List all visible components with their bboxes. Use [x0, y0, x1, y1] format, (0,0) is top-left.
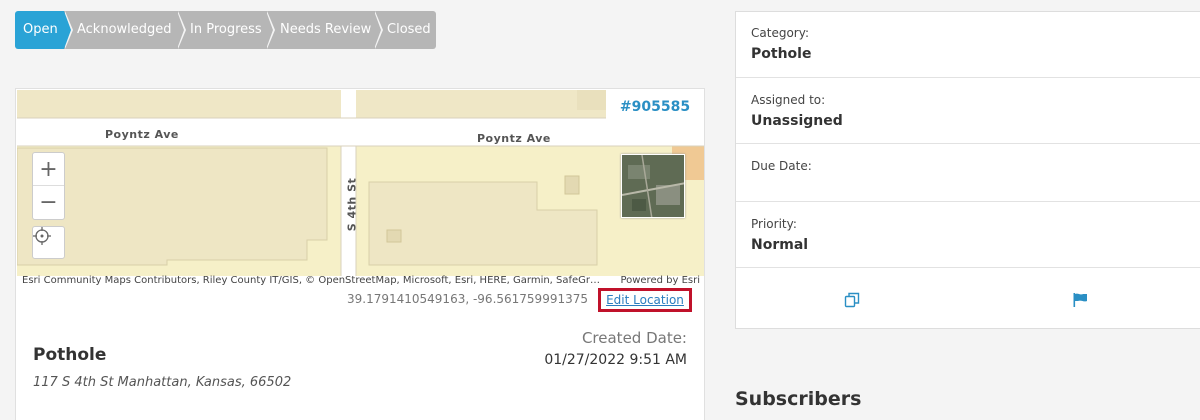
created-date-label: Created Date: [581, 329, 687, 347]
satellite-thumbnail-icon [622, 155, 684, 217]
status-step-label: Closed [387, 22, 431, 37]
street-label: Poyntz Ave [105, 128, 179, 141]
category-value: Pothole [751, 46, 812, 62]
status-step-acknowledged[interactable]: Acknowledged [64, 11, 186, 49]
due-date-label: Due Date: [751, 159, 812, 173]
details-panel: Category: Pothole Assigned to: Unassigne… [735, 11, 1200, 329]
copy-icon [844, 292, 860, 308]
assigned-field[interactable]: Assigned to: Unassigned [736, 78, 1200, 144]
coordinates: 39.1791410549163, -96.561759991375 [347, 292, 588, 306]
status-step-label: Needs Review [280, 22, 372, 37]
minus-icon: − [39, 190, 58, 215]
status-stepper: Open Acknowledged In Progress Needs Revi… [15, 11, 436, 49]
category-field[interactable]: Category: Pothole [736, 12, 1200, 78]
edit-location-link[interactable]: Edit Location [598, 288, 692, 312]
locate-button[interactable] [32, 226, 65, 259]
flag-icon [1073, 293, 1087, 307]
zoom-out-button[interactable]: − [33, 186, 64, 219]
plus-icon: + [39, 156, 58, 182]
street-label: S 4th St [345, 177, 359, 232]
due-date-field[interactable]: Due Date: [736, 144, 1200, 202]
zoom-control: + − [32, 152, 65, 220]
map-view[interactable]: Poyntz Ave Poyntz Ave S 4th St + − #9055… [17, 90, 704, 276]
priority-label: Priority: [751, 217, 797, 231]
powered-by[interactable]: Powered by Esri [620, 275, 700, 286]
flag-button[interactable] [1070, 290, 1090, 310]
status-step-open[interactable]: Open [15, 11, 73, 49]
request-id-badge: #905585 [606, 90, 704, 125]
priority-value: Normal [751, 237, 809, 253]
priority-field[interactable]: Priority: Normal [736, 202, 1200, 268]
zoom-in-button[interactable]: + [33, 153, 64, 186]
status-step-label: Open [23, 22, 58, 37]
basemap-toggle[interactable] [621, 154, 685, 218]
status-step-label: In Progress [190, 22, 262, 37]
request-title: Pothole [33, 345, 107, 365]
street-label: Poyntz Ave [477, 132, 551, 145]
crosshair-icon [33, 227, 51, 245]
created-date-value: 01/27/2022 9:51 AM [544, 352, 687, 368]
action-bar [736, 268, 1200, 330]
map-attribution: Esri Community Maps Contributors, Riley … [22, 275, 602, 286]
request-card: Poyntz Ave Poyntz Ave S 4th St + − #9055… [15, 88, 705, 420]
status-step-closed[interactable]: Closed [374, 11, 436, 49]
status-step-label: Acknowledged [77, 22, 172, 37]
map-basemap [17, 90, 704, 276]
subscribers-heading: Subscribers [735, 388, 862, 410]
assigned-label: Assigned to: [751, 93, 826, 107]
assigned-value: Unassigned [751, 113, 843, 129]
status-step-in-progress[interactable]: In Progress [177, 11, 275, 49]
category-label: Category: [751, 26, 809, 40]
copy-button[interactable] [842, 290, 862, 310]
request-address: 117 S 4th St Manhattan, Kansas, 66502 [33, 375, 292, 390]
status-step-needs-review[interactable]: Needs Review [266, 11, 383, 49]
